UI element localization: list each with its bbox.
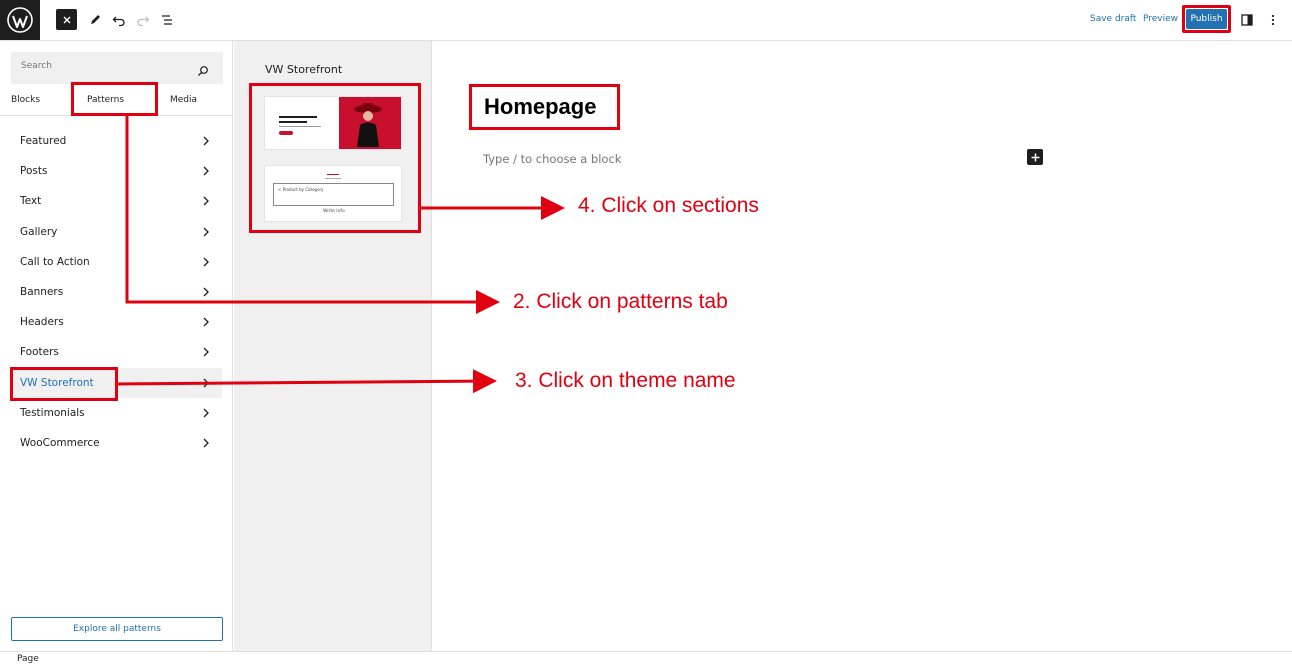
banner-button — [279, 131, 293, 135]
pattern-thumbnail-product-category[interactable]: < Product by Category Write info — [265, 166, 401, 221]
category-label: Headers — [20, 316, 64, 329]
category-label: Gallery — [20, 225, 58, 238]
close-icon — [63, 16, 70, 23]
sidebar-panel-icon — [1241, 14, 1253, 26]
category-text[interactable]: Text — [10, 186, 222, 216]
model-image — [354, 103, 382, 147]
theme-name-highlight — [10, 367, 118, 401]
category-label: WooCommerce — [20, 436, 100, 449]
search-box — [11, 52, 223, 84]
category-footers[interactable]: Footers — [10, 337, 222, 367]
block-inserter-panel: Blocks Patterns Media Featured Posts Tex… — [0, 41, 233, 651]
save-draft-button[interactable]: Save draft — [1090, 14, 1136, 24]
banner-heading-line — [279, 116, 317, 118]
pattern-thumbnail-banner[interactable] — [265, 97, 401, 149]
chevron-right-icon — [203, 378, 209, 387]
plus-icon — [1031, 153, 1039, 161]
tab-media[interactable]: Media — [170, 95, 197, 105]
category-label: Banners — [20, 286, 64, 299]
section-subtitle-line — [325, 178, 341, 179]
category-label: Featured — [20, 135, 67, 148]
annotation-step4: 4. Click on sections — [578, 194, 759, 217]
category-headers[interactable]: Headers — [10, 307, 222, 337]
pencil-icon — [91, 15, 100, 24]
preview-button[interactable]: Preview — [1143, 14, 1178, 24]
add-block-button[interactable] — [1027, 149, 1043, 165]
banner-text-line — [279, 126, 321, 127]
undo-icon — [112, 16, 125, 27]
section-title-line — [327, 174, 339, 175]
category-label: Text — [20, 195, 42, 208]
chevron-right-icon — [203, 287, 209, 297]
close-inserter-button[interactable] — [56, 9, 77, 30]
chevron-right-icon — [203, 438, 209, 448]
redo-icon — [137, 16, 150, 27]
category-box: < Product by Category — [273, 183, 394, 206]
list-view-icon — [162, 15, 172, 25]
search-icon — [197, 62, 209, 81]
annotation-step3: 3. Click on theme name — [515, 369, 736, 392]
category-label: Call to Action — [20, 255, 90, 268]
patterns-tab-highlight — [71, 82, 158, 116]
settings-toggle-button[interactable] — [1236, 9, 1258, 31]
editor-canvas: Homepage Type / to choose a block — [433, 41, 1292, 651]
chevron-right-icon — [203, 408, 209, 418]
chevron-right-icon — [203, 257, 209, 267]
preview-panel-title: VW Storefront — [265, 63, 343, 76]
chevron-right-icon — [203, 317, 209, 327]
editor-header: Save draft Preview Publish — [0, 0, 1292, 41]
category-call-to-action[interactable]: Call to Action — [10, 247, 222, 277]
category-testimonials[interactable]: Testimonials — [10, 398, 222, 428]
tools-pencil-button[interactable] — [84, 9, 106, 31]
category-posts[interactable]: Posts — [10, 156, 222, 186]
chevron-right-icon — [203, 136, 209, 146]
category-banners[interactable]: Banners — [10, 277, 222, 307]
pattern-preview-panel: VW Storefront < Product by Category Writ… — [234, 41, 432, 651]
banner-heading-line — [279, 121, 307, 123]
options-menu-button[interactable] — [1262, 9, 1284, 31]
search-input[interactable] — [21, 61, 181, 71]
redo-button[interactable] — [132, 9, 154, 31]
breadcrumb-page[interactable]: Page — [17, 654, 39, 664]
chevron-right-icon — [203, 347, 209, 357]
publish-button[interactable]: Publish — [1186, 9, 1227, 29]
category-featured[interactable]: Featured — [10, 126, 222, 156]
document-overview-button[interactable] — [156, 9, 178, 31]
category-label: Footers — [20, 346, 59, 359]
category-label: Testimonials — [20, 406, 85, 419]
chevron-right-icon — [203, 227, 209, 237]
status-bar: Page — [0, 651, 1292, 668]
more-vertical-icon — [1271, 14, 1275, 26]
category-box-label: < Product by Category — [278, 187, 324, 192]
page-title[interactable]: Homepage — [484, 94, 596, 120]
annotation-step2: 2. Click on patterns tab — [513, 290, 728, 313]
tab-blocks[interactable]: Blocks — [11, 95, 40, 105]
category-label: Posts — [20, 165, 48, 178]
explore-all-patterns-button[interactable]: Explore all patterns — [11, 617, 223, 641]
pattern-category-list: Featured Posts Text Gallery Call to Acti… — [10, 126, 222, 458]
chevron-right-icon — [203, 196, 209, 206]
undo-button[interactable] — [108, 9, 130, 31]
chevron-right-icon — [203, 166, 209, 176]
write-info-text: Write info — [323, 209, 345, 214]
category-gallery[interactable]: Gallery — [10, 217, 222, 247]
category-woocommerce[interactable]: WooCommerce — [10, 428, 222, 458]
wordpress-logo-icon[interactable] — [0, 0, 40, 40]
block-placeholder[interactable]: Type / to choose a block — [483, 152, 621, 166]
